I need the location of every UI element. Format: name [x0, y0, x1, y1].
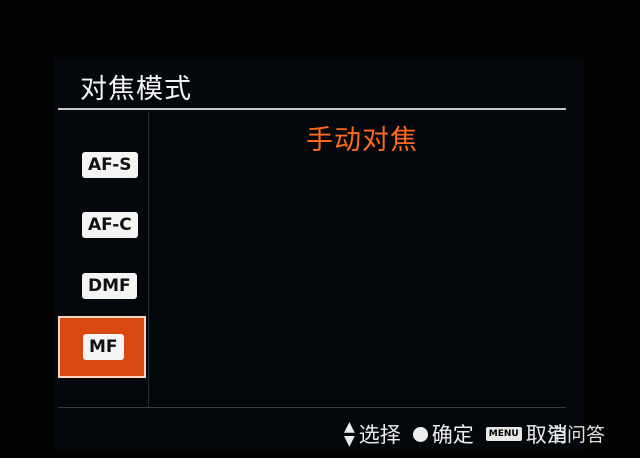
mode-list-divider: [148, 112, 149, 408]
mode-chip: AF-C: [82, 212, 138, 238]
watermark-text: 空问答: [548, 424, 606, 446]
mode-chip: MF: [83, 334, 124, 360]
mode-item-af-c[interactable]: AF-C: [58, 195, 146, 257]
select-label: 选择: [358, 423, 401, 447]
button-guide: ▲ ▼ 选择 确定 MENU 取消: [344, 418, 568, 450]
mode-item-mf[interactable]: MF: [58, 316, 146, 378]
confirm-label: 确定: [431, 423, 474, 447]
mode-chip: AF-S: [82, 152, 138, 178]
center-button-icon: [412, 426, 428, 442]
mode-item-af-s[interactable]: AF-S: [58, 135, 146, 197]
up-down-icon: ▲ ▼: [344, 419, 355, 449]
guide-divider: [58, 407, 566, 408]
page-title: 对焦模式: [80, 74, 192, 105]
title-divider: [58, 108, 566, 110]
menu-key-icon: MENU: [485, 427, 522, 441]
mode-chip: DMF: [82, 273, 137, 299]
selected-mode-name: 手动对焦: [306, 125, 418, 156]
mode-item-dmf[interactable]: DMF: [58, 256, 146, 318]
